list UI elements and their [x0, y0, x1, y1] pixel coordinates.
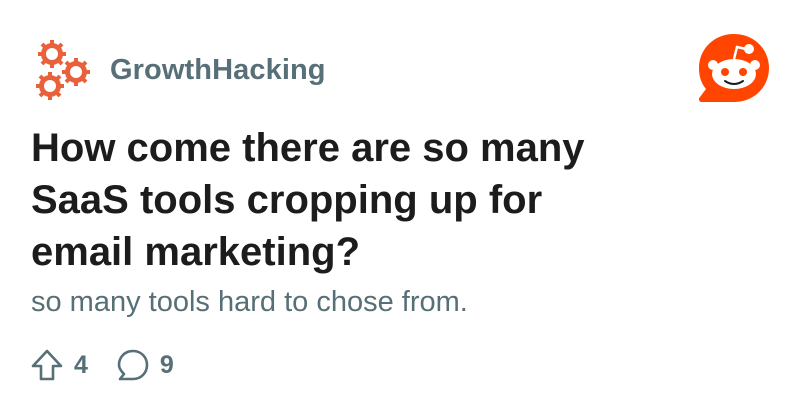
post-stats: 4 9 — [30, 345, 202, 385]
comment-bubble-icon — [117, 349, 149, 381]
post-header: GrowthHacking — [32, 38, 326, 102]
subreddit-avatar[interactable] — [32, 38, 94, 102]
post-body: so many tools hard to chose from. — [31, 286, 468, 318]
gears-icon — [36, 40, 90, 100]
subreddit-name[interactable]: GrowthHacking — [110, 54, 326, 87]
reddit-snoo-icon — [698, 34, 769, 102]
comment-count: 9 — [159, 350, 174, 379]
upvote-button[interactable]: 4 — [30, 348, 88, 382]
upvote-count: 4 — [74, 350, 88, 379]
reddit-logo[interactable] — [696, 32, 772, 104]
post-title[interactable]: How come there are so many SaaS tools cr… — [31, 122, 651, 278]
comments-button[interactable]: 9 — [116, 348, 174, 382]
post-card[interactable]: GrowthHacking How come there are so many… — [0, 0, 800, 419]
upvote-arrow-icon — [31, 349, 63, 381]
